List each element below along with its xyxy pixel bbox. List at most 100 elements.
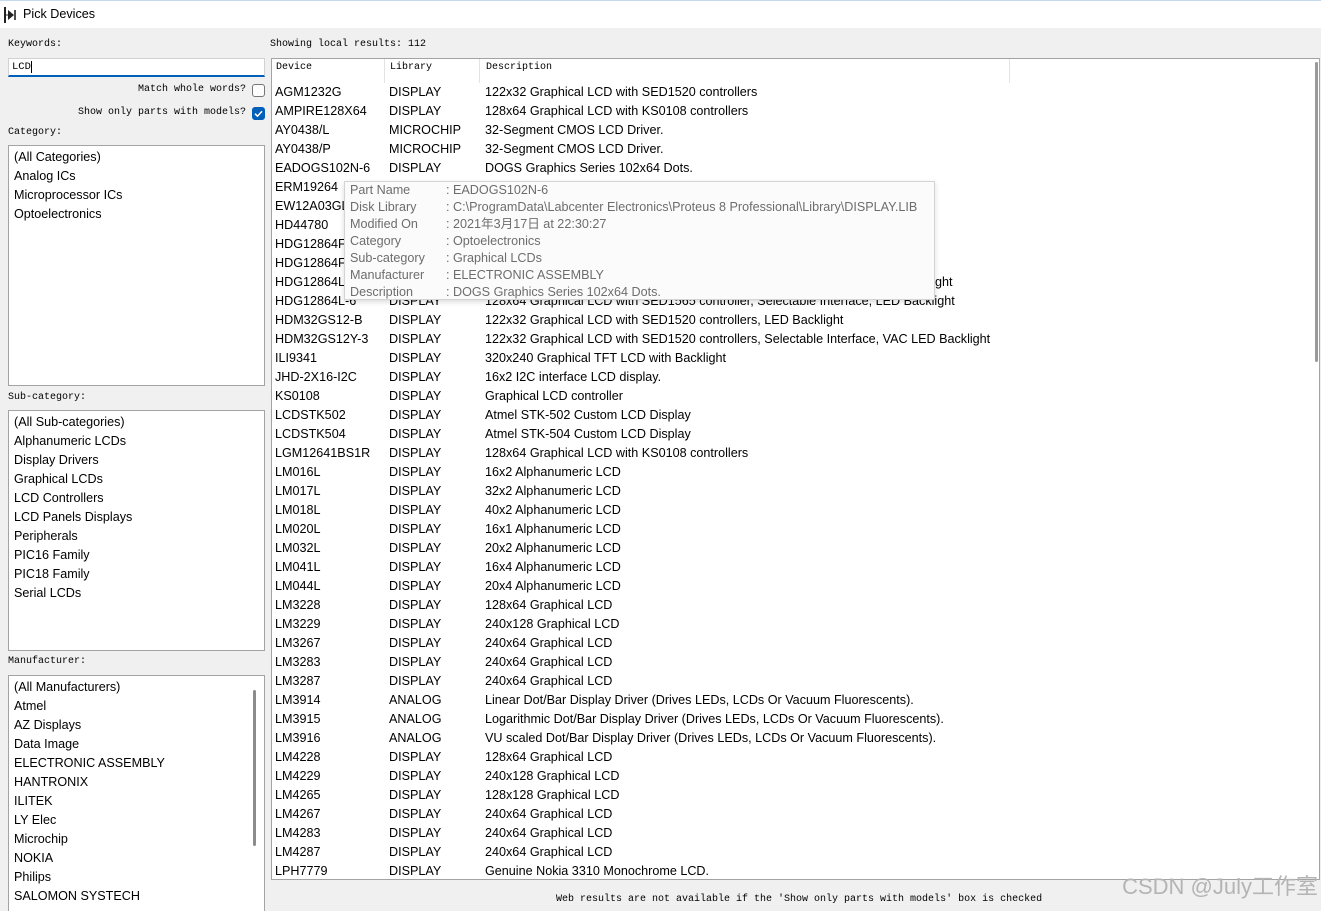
table-row[interactable]: LM4283 DISPLAY 240x64 Graphical LCD (272, 824, 1319, 843)
table-row[interactable]: LM020L DISPLAY 16x1 Alphanumeric LCD (272, 520, 1319, 539)
library-cell: DISPLAY (389, 807, 442, 821)
subcategory-item[interactable]: PIC16 Family (9, 546, 264, 565)
table-row[interactable]: LGM12641BS1R DISPLAY 128x64 Graphical LCD … (272, 444, 1319, 463)
match-whole-words-checkbox[interactable] (252, 84, 265, 97)
tooltip-separator: : (446, 268, 450, 282)
table-row[interactable]: AY0438/P MICROCHIP 32-Segment CMOS LCD Dri… (272, 140, 1319, 159)
column-header-device[interactable]: Device (272, 59, 385, 83)
category-list[interactable]: (All Categories) Analog ICs Microprocessor… (8, 145, 265, 386)
table-row[interactable]: LM4267 DISPLAY 240x64 Graphical LCD (272, 805, 1319, 824)
table-row[interactable]: LM3287 DISPLAY 240x64 Graphical LCD (272, 672, 1319, 691)
table-row[interactable]: LM3283 DISPLAY 240x64 Graphical LCD (272, 653, 1319, 672)
table-row[interactable]: LM3915 ANALOG Logarithmic Dot/Bar Display … (272, 710, 1319, 729)
keywords-input[interactable]: LCD (8, 58, 265, 77)
subcategory-item[interactable]: Alphanumeric LCDs (9, 432, 264, 451)
manufacturer-item[interactable]: Data Image (9, 735, 264, 754)
table-row[interactable]: ILI9341 DISPLAY 320x240 Graphical TFT LCD … (272, 349, 1319, 368)
manufacturer-item[interactable]: ELECTRONIC ASSEMBLY (9, 754, 264, 773)
keywords-label: Keywords: (8, 39, 63, 50)
device-cell: KS0108 (275, 389, 320, 403)
table-row[interactable]: AMPIRE128X64 DISPLAY 128x64 Graphical LCD … (272, 102, 1319, 121)
subcategory-item[interactable]: Display Drivers (9, 451, 264, 470)
manufacturer-list[interactable]: (All Manufacturers) Atmel AZ Displays Data … (8, 675, 265, 911)
description-cell: 122x32 Graphical LCD with SED1520 contro… (485, 332, 991, 346)
category-item[interactable]: Optoelectronics (9, 205, 264, 224)
table-row[interactable]: AY0438/L MICROCHIP 32-Segment CMOS LCD Dri… (272, 121, 1319, 140)
table-row[interactable]: LM3267 DISPLAY 240x64 Graphical LCD (272, 634, 1319, 653)
table-row[interactable]: LM3914 ANALOG Linear Dot/Bar Display Drive… (272, 691, 1319, 710)
manufacturer-item[interactable]: ILITEK (9, 792, 264, 811)
table-row[interactable]: LM4229 DISPLAY 240x128 Graphical LCD (272, 767, 1319, 786)
manufacturer-item[interactable]: (All Manufacturers) (9, 678, 264, 697)
description-cell: 20x2 Alphanumeric LCD (485, 541, 621, 555)
table-row[interactable]: LM018L DISPLAY 40x2 Alphanumeric LCD (272, 501, 1319, 520)
description-cell: 240x128 Graphical LCD (485, 617, 620, 631)
manufacturer-item[interactable]: Philips (9, 868, 264, 887)
manufacturer-item[interactable]: NOKIA (9, 849, 264, 868)
column-header-library[interactable]: Library (385, 59, 480, 83)
table-row[interactable]: KS0108 DISPLAY Graphical LCD controller (272, 387, 1319, 406)
table-row[interactable]: EADOGS102N-6 DISPLAY DOGS Graphics Series … (272, 159, 1319, 178)
description-cell: 240x64 Graphical LCD (485, 655, 613, 669)
library-cell: DISPLAY (389, 104, 442, 118)
models-only-checkbox[interactable] (252, 107, 265, 120)
tooltip-row: Category: Optoelectronics (350, 233, 934, 250)
subcategory-item[interactable]: LCD Controllers (9, 489, 264, 508)
manufacturer-item[interactable]: Atmel (9, 697, 264, 716)
table-row[interactable]: LM044L DISPLAY 20x4 Alphanumeric LCD (272, 577, 1319, 596)
watermark: CSDN @July工作室 (1122, 874, 1318, 899)
tooltip-separator: : (446, 285, 450, 299)
subcategory-list[interactable]: (All Sub-categories) Alphanumeric LCDs Dis… (8, 410, 265, 651)
subcategory-item[interactable]: Serial LCDs (9, 584, 264, 603)
library-cell: MICROCHIP (389, 123, 462, 137)
subcategory-item[interactable]: Graphical LCDs (9, 470, 264, 489)
table-row[interactable]: LM3228 DISPLAY 128x64 Graphical LCD (272, 596, 1319, 615)
device-cell: LM4228 (275, 750, 321, 764)
table-row[interactable]: LCDSTK502 DISPLAY Atmel STK-502 Custom LCD… (272, 406, 1319, 425)
manufacturer-item[interactable]: SALOMON SYSTECH (9, 887, 264, 906)
table-row[interactable]: LM4287 DISPLAY 240x64 Graphical LCD (272, 843, 1319, 862)
subcategory-item[interactable]: LCD Panels Displays (9, 508, 264, 527)
category-item[interactable]: (All Categories) (9, 148, 264, 167)
library-cell: MICROCHIP (389, 142, 462, 156)
tooltip-row: Modified On:2021年3月17日 at 22:30:27 (350, 216, 934, 233)
library-cell: DISPLAY (389, 408, 442, 422)
table-row[interactable]: HDM32GS12Y-3 DISPLAY 122x32 Graphical LCD … (272, 330, 1319, 349)
results-scrollbar-thumb[interactable] (1315, 62, 1318, 362)
manufacturer-item[interactable]: AZ Displays (9, 716, 264, 735)
table-row[interactable]: LM017L DISPLAY 32x2 Alphanumeric LCD (272, 482, 1319, 501)
subcategory-item[interactable]: PIC18 Family (9, 565, 264, 584)
tooltip-label: Modified On (350, 217, 418, 231)
library-cell: DISPLAY (389, 503, 442, 517)
device-cell: LM3916 (275, 731, 321, 745)
category-item[interactable]: Microprocessor ICs (9, 186, 264, 205)
tooltip-row: Description: DOGS Graphics Series 102x64 … (350, 284, 934, 299)
table-row[interactable]: LM4228 DISPLAY 128x64 Graphical LCD (272, 748, 1319, 767)
manufacturer-scrollbar-thumb[interactable] (253, 690, 256, 846)
device-cell: LM3287 (275, 674, 321, 688)
table-row[interactable]: LM3229 DISPLAY 240x128 Graphical LCD (272, 615, 1319, 634)
table-row[interactable]: AGM1232G DISPLAY 122x32 Graphical LCD with… (272, 83, 1319, 102)
table-row[interactable]: JHD-2X16-I2C DISPLAY 16x2 I2C interface LC… (272, 368, 1319, 387)
device-cell: LM4265 (275, 788, 321, 802)
description-cell: 40x2 Alphanumeric LCD (485, 503, 621, 517)
table-row[interactable]: LM3916 ANALOG VU scaled Dot/Bar Display Dr… (272, 729, 1319, 748)
subcategory-item[interactable]: Peripherals (9, 527, 264, 546)
tooltip-value: Graphical LCDs (453, 251, 542, 265)
table-row[interactable]: LM4265 DISPLAY 128x128 Graphical LCD (272, 786, 1319, 805)
table-row[interactable]: LM016L DISPLAY 16x2 Alphanumeric LCD (272, 463, 1319, 482)
tooltip-label: Sub-category (350, 251, 425, 265)
manufacturer-item[interactable]: LY Elec (9, 811, 264, 830)
library-cell: ANALOG (389, 712, 442, 726)
manufacturer-item[interactable]: Microchip (9, 830, 264, 849)
table-row[interactable]: LM032L DISPLAY 20x2 Alphanumeric LCD (272, 539, 1319, 558)
device-cell: LM4267 (275, 807, 321, 821)
table-row[interactable]: HDM32GS12-B DISPLAY 122x32 Graphical LCD w… (272, 311, 1319, 330)
column-header-description[interactable]: Description (480, 59, 1010, 83)
table-row[interactable]: LCDSTK504 DISPLAY Atmel STK-504 Custom LCD… (272, 425, 1319, 444)
category-item[interactable]: Analog ICs (9, 167, 264, 186)
manufacturer-item[interactable]: HANTRONIX (9, 773, 264, 792)
subcategory-item[interactable]: (All Sub-categories) (9, 413, 264, 432)
table-row[interactable]: LM041L DISPLAY 16x4 Alphanumeric LCD (272, 558, 1319, 577)
description-cell: 320x240 Graphical TFT LCD with Backlight (485, 351, 727, 365)
